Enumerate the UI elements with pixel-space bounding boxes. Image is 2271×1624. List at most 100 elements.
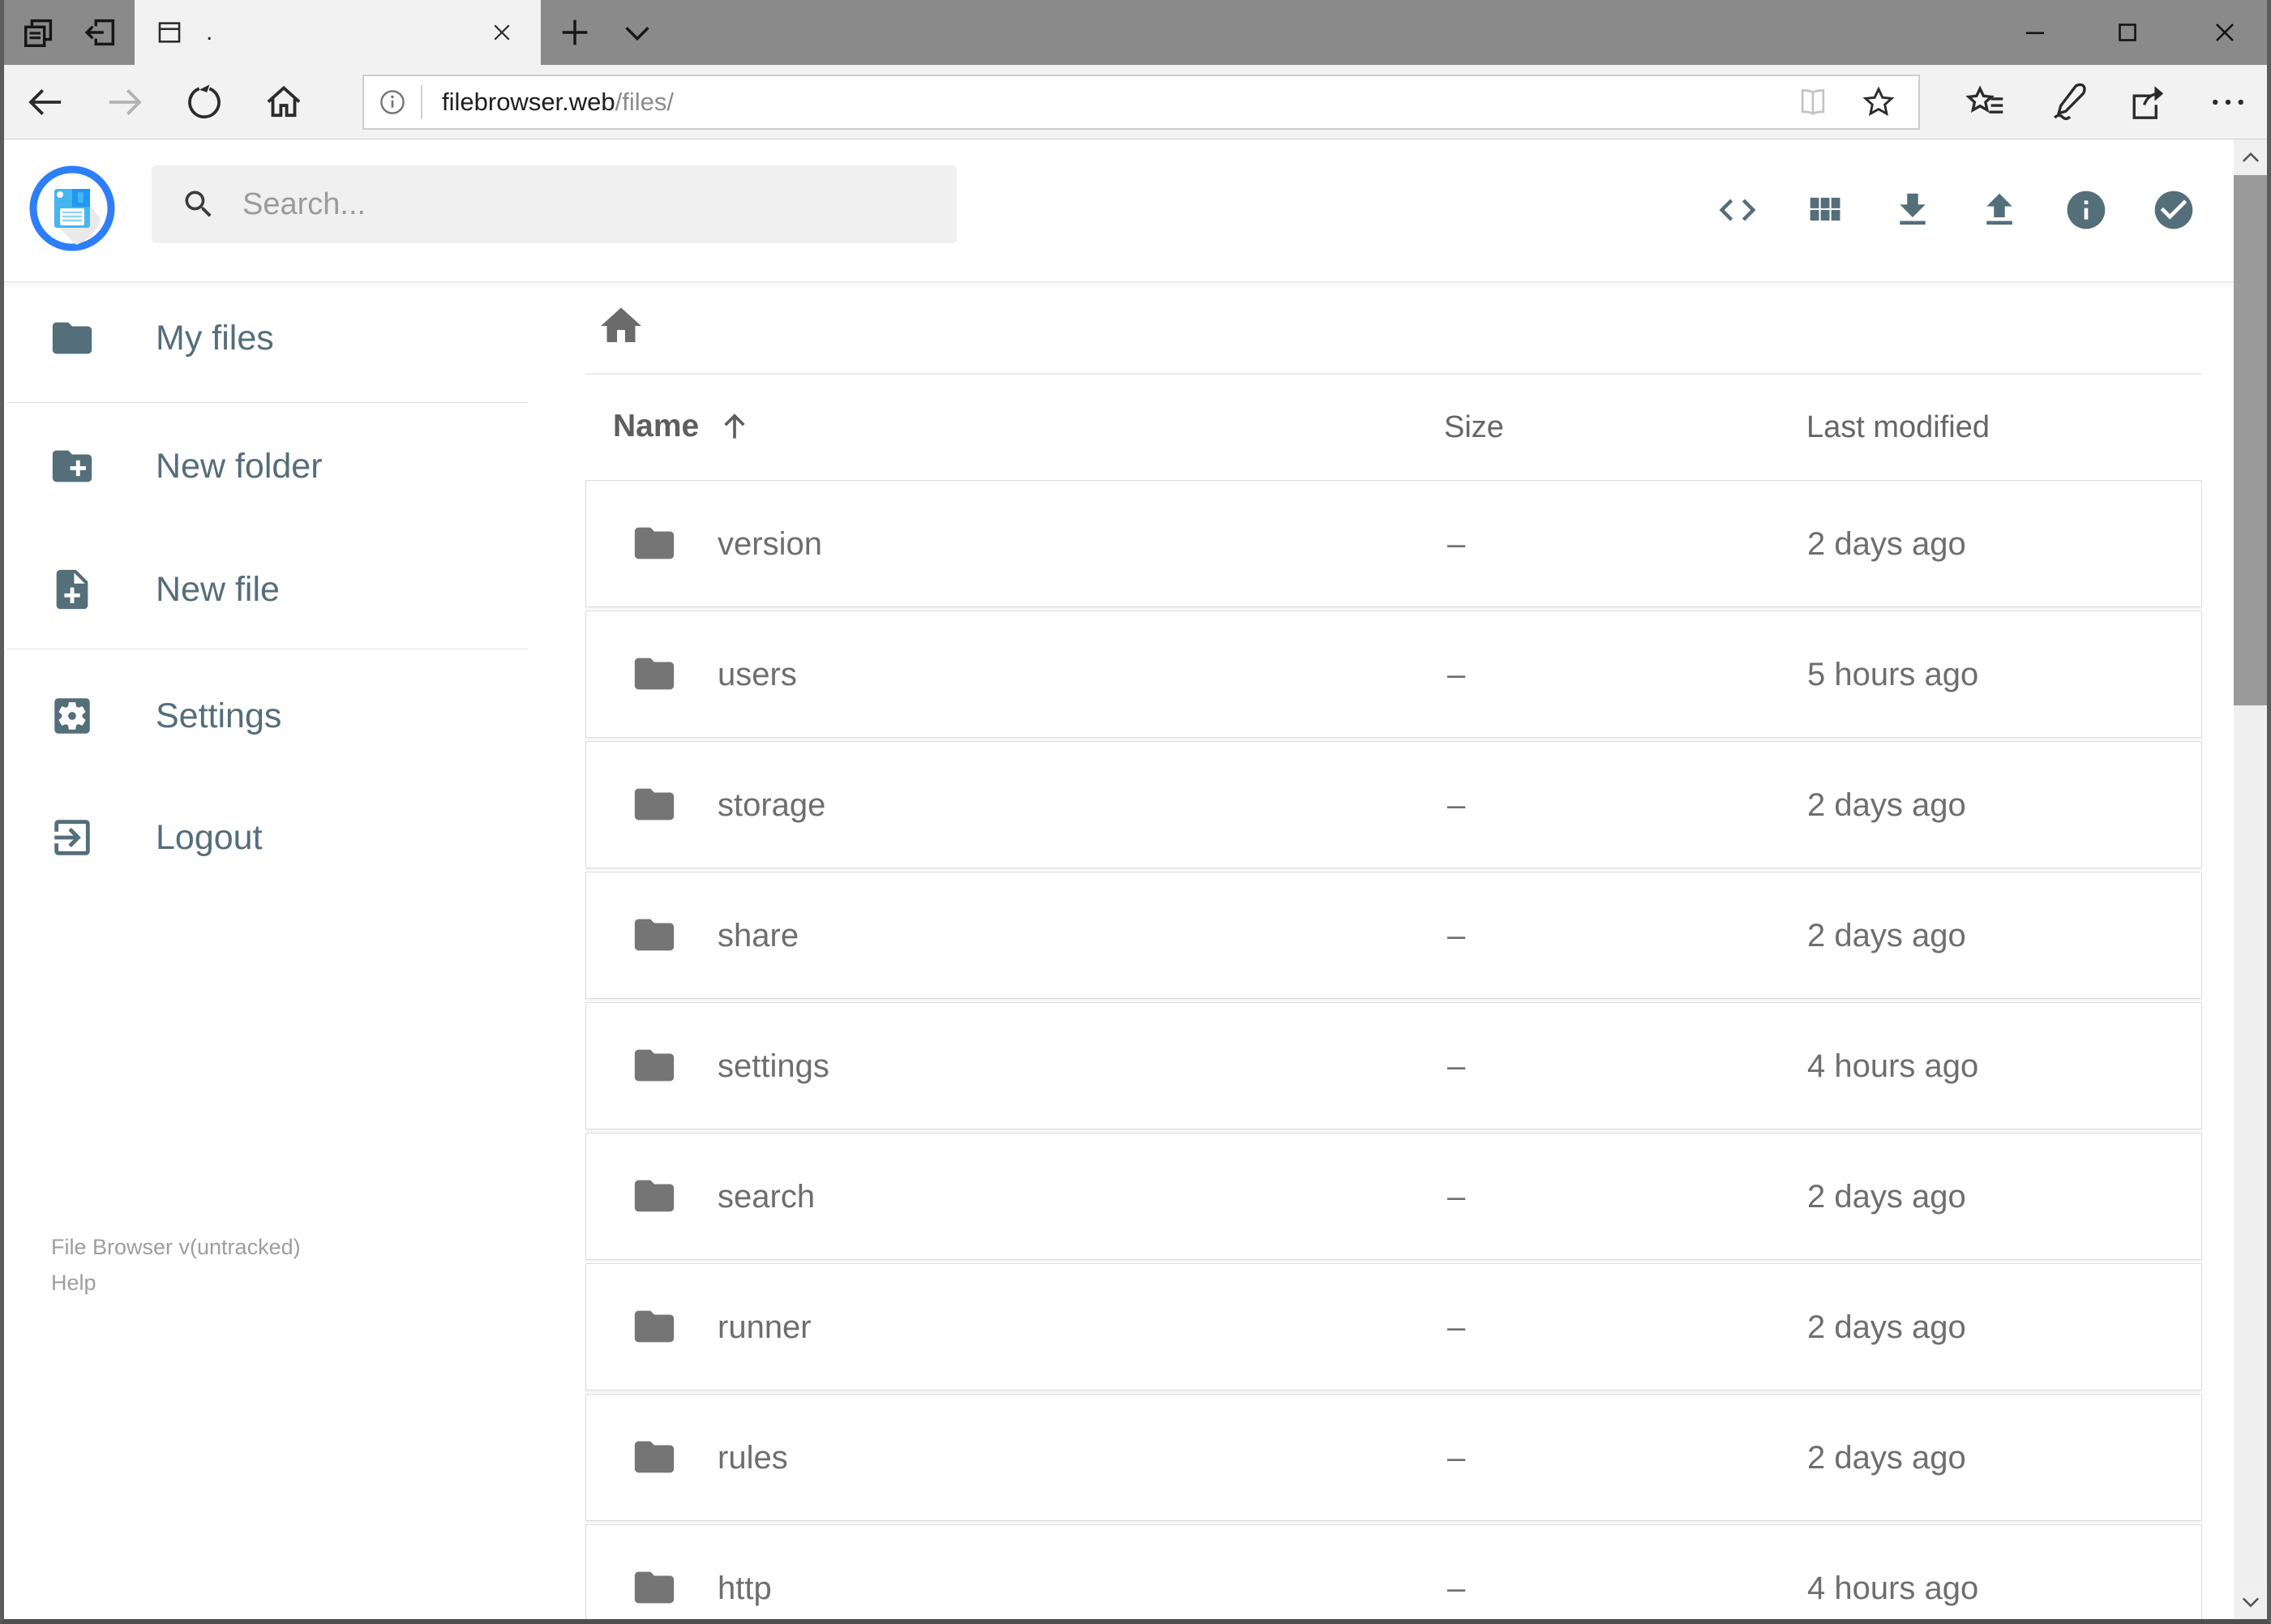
refresh-button[interactable] — [178, 76, 230, 128]
scrollbar-thumb[interactable] — [2234, 175, 2267, 705]
more-options-button[interactable] — [2202, 76, 2254, 128]
column-header-size[interactable]: Size — [1444, 410, 1504, 445]
select-multiple-button[interactable] — [2149, 185, 2199, 235]
filebrowser-logo[interactable] — [29, 165, 115, 251]
back-icon — [28, 89, 62, 115]
home-icon — [601, 307, 641, 342]
file-size: – — [1447, 918, 1466, 953]
address-bar[interactable]: filebrowser.web/files/ — [362, 75, 1920, 130]
url-text[interactable]: filebrowser.web/files/ — [442, 88, 1795, 117]
code-view-icon — [1719, 199, 1756, 221]
column-header-last-modified[interactable]: Last modified — [1806, 410, 1990, 445]
file-size: – — [1447, 1440, 1466, 1476]
version-link[interactable]: File Browser v(untracked) — [51, 1229, 301, 1265]
maximize-icon — [2119, 24, 2136, 41]
page-info-button[interactable] — [364, 87, 421, 118]
window-minimize-button[interactable] — [1999, 0, 2071, 65]
tab-preview-icon — [24, 19, 53, 48]
tab-list-dropdown-button[interactable] — [608, 0, 666, 65]
file-last-modified: 2 days ago — [1807, 1309, 1966, 1345]
help-link[interactable]: Help — [51, 1265, 301, 1300]
file-name: http — [718, 1570, 772, 1606]
browser-window: . filebrowser.web/files/ Search... My fi… — [0, 0, 2271, 1624]
share-button[interactable] — [2121, 76, 2173, 128]
web-note-pen-icon — [2054, 83, 2086, 121]
mosaic-view-button[interactable] — [1799, 185, 1849, 235]
info-button[interactable] — [2061, 185, 2111, 235]
table-row[interactable]: storage – 2 days ago — [585, 741, 2202, 868]
search-box[interactable] — [152, 165, 957, 243]
page-info-icon — [380, 90, 405, 114]
home-button[interactable] — [258, 76, 310, 128]
gear-icon — [54, 698, 90, 734]
download-button[interactable] — [1888, 185, 1938, 235]
table-row[interactable]: users – 5 hours ago — [585, 611, 2202, 738]
close-icon — [494, 24, 510, 41]
folder-icon — [634, 1049, 675, 1082]
share-icon — [2132, 86, 2164, 119]
url-host: filebrowser.web — [442, 88, 615, 116]
switch-view-button[interactable] — [1712, 185, 1763, 235]
folder-plus-icon — [52, 450, 92, 482]
page-scrollbar[interactable] — [2234, 139, 2267, 1619]
web-note-button[interactable] — [2042, 76, 2093, 128]
favorite-star-icon[interactable] — [1860, 84, 1897, 121]
folder-icon — [634, 1310, 675, 1343]
refresh-icon — [188, 84, 221, 119]
sidebar-item-logout[interactable]: Logout — [0, 791, 535, 884]
file-name: users — [718, 657, 797, 692]
breadcrumb — [585, 282, 2202, 375]
reading-view-icon[interactable] — [1795, 84, 1831, 120]
back-button[interactable] — [19, 76, 71, 128]
new-tab-icon — [562, 19, 588, 45]
table-row[interactable]: settings – 4 hours ago — [585, 1002, 2202, 1129]
search-input[interactable] — [152, 165, 957, 243]
breadcrumb-home-button[interactable] — [597, 302, 645, 354]
table-row[interactable]: runner – 2 days ago — [585, 1263, 2202, 1390]
set-tabs-aside-button[interactable] — [71, 0, 130, 65]
download-icon — [1900, 193, 1926, 225]
table-row[interactable]: version – 2 days ago — [585, 480, 2202, 607]
sidebar-item-label: Logout — [156, 817, 263, 857]
sidebar-item-new-folder[interactable]: New folder — [0, 420, 535, 512]
folder-icon — [634, 919, 675, 951]
url-path: /files/ — [615, 88, 675, 116]
address-divider — [421, 85, 422, 119]
file-name: settings — [718, 1048, 829, 1084]
set-tabs-aside-icon — [84, 19, 115, 46]
sidebar-item-new-file[interactable]: New file — [0, 543, 535, 636]
sidebar-divider — [6, 402, 529, 403]
logout-icon — [54, 820, 90, 855]
file-name: share — [718, 918, 799, 953]
table-row[interactable]: search – 2 days ago — [585, 1133, 2202, 1260]
browser-tab[interactable]: . — [135, 0, 541, 65]
file-size: – — [1447, 1570, 1466, 1606]
tab-title: . — [206, 19, 213, 45]
tab-close-button[interactable] — [484, 15, 520, 50]
more-icon — [2213, 99, 2243, 105]
forward-icon — [109, 89, 142, 115]
forward-button[interactable] — [99, 76, 151, 128]
table-row[interactable]: rules – 2 days ago — [585, 1394, 2202, 1521]
file-listing-area: Name Size Last modified version – 2 days… — [585, 282, 2202, 1624]
sidebar-footer: File Browser v(untracked) Help — [51, 1229, 301, 1300]
tab-bar: . — [0, 0, 2271, 65]
scroll-down-button[interactable] — [2234, 1583, 2267, 1619]
table-row[interactable]: http – 4 hours ago — [585, 1524, 2202, 1624]
sidebar-item-my-files[interactable]: My files — [0, 292, 535, 384]
file-size: – — [1447, 1309, 1466, 1345]
window-close-button[interactable] — [2189, 0, 2260, 65]
column-header-name[interactable]: Name — [613, 409, 752, 444]
file-plus-icon — [56, 569, 88, 610]
new-tab-button[interactable] — [546, 0, 604, 65]
tab-preview-button[interactable] — [10, 0, 68, 65]
scroll-up-button[interactable] — [2234, 139, 2267, 175]
file-last-modified: 2 days ago — [1807, 787, 1966, 823]
file-size: – — [1447, 526, 1466, 562]
file-size: – — [1447, 1048, 1466, 1084]
table-row[interactable]: share – 2 days ago — [585, 872, 2202, 999]
upload-button[interactable] — [1974, 185, 2025, 235]
window-maximize-button[interactable] — [2092, 0, 2163, 65]
sidebar-item-settings[interactable]: Settings — [0, 670, 535, 762]
favorites-hub-button[interactable] — [1960, 76, 2012, 128]
